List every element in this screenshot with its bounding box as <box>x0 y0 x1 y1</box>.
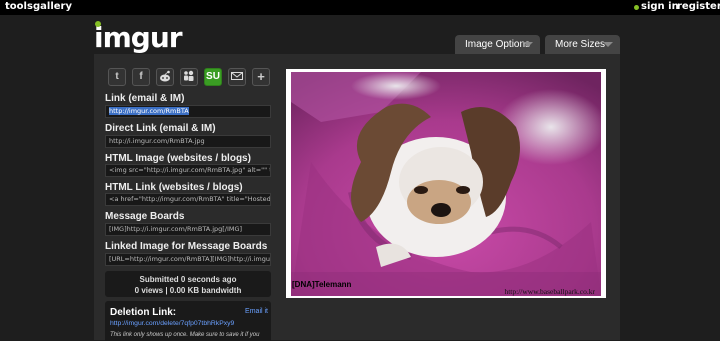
myspace-icon[interactable] <box>180 68 198 86</box>
plus-icon[interactable]: + <box>252 68 270 86</box>
share-toolbar: t f SU + <box>105 68 271 88</box>
html-image-field[interactable]: <img src="http://i.imgur.com/RmBTA.jpg" … <box>105 164 271 177</box>
deletion-url[interactable]: http://imgur.com/delete/7qfp07tbhRkPxy9 <box>110 320 234 327</box>
gallery-link[interactable]: gallery <box>33 1 72 12</box>
status-dot-icon <box>634 5 639 10</box>
html-link-field[interactable]: <a href="http://imgur.com/RmBTA" title="… <box>105 193 271 206</box>
reddit-icon[interactable] <box>156 68 174 86</box>
tab-image-options[interactable]: Image Options <box>455 35 540 54</box>
deletion-box: Deletion Link: Email it http://imgur.com… <box>105 301 271 341</box>
link-field[interactable]: http://imgur.com/RmBTA <box>105 105 271 118</box>
watermark-right: http://www.baseballpark.co.kr <box>504 287 595 296</box>
message-boards-field[interactable]: [IMG]http://i.imgur.com/RmBTA.jpg[/IMG] <box>105 223 271 236</box>
watermark-left: [DNA]Telemann <box>292 280 352 289</box>
sign-in-link[interactable]: sign in <box>641 1 679 12</box>
imgur-logo[interactable]: imgur <box>94 21 183 54</box>
linked-image-field[interactable]: [URL=http://imgur.com/RmBTA][IMG]http://… <box>105 253 271 266</box>
link-label: Link (email & IM) <box>105 93 185 104</box>
tab-more-sizes[interactable]: More Sizes <box>545 35 620 54</box>
uploaded-image[interactable]: [DNA]Telemann http://www.baseballpark.co… <box>291 72 606 296</box>
image-stats: Submitted 0 seconds ago 0 views | 0.00 K… <box>105 271 271 297</box>
deletion-title: Deletion Link: <box>110 307 177 318</box>
submitted-text: Submitted 0 seconds ago <box>139 275 237 284</box>
email-icon[interactable] <box>228 68 246 86</box>
deletion-note: This link only shows up once. Make sure … <box>110 332 260 338</box>
top-navigation-bar: tools gallery sign in register <box>0 0 720 15</box>
stumbleupon-icon[interactable]: SU <box>204 68 222 86</box>
tab-more-sizes-label: More Sizes <box>555 39 606 50</box>
email-it-link[interactable]: Email it <box>245 308 268 315</box>
logo-dot-icon <box>95 21 101 27</box>
views-text: 0 views | 0.00 KB bandwidth <box>134 286 242 295</box>
chevron-down-icon <box>603 42 613 47</box>
chevron-down-icon <box>523 42 533 47</box>
register-link[interactable]: register <box>677 1 720 12</box>
tools-link[interactable]: tools <box>5 1 33 12</box>
html-link-label: HTML Link (websites / blogs) <box>105 182 243 193</box>
linked-image-label: Linked Image for Message Boards <box>105 241 268 252</box>
puppy-photo <box>291 72 606 296</box>
html-image-label: HTML Image (websites / blogs) <box>105 153 251 164</box>
facebook-icon[interactable]: f <box>132 68 150 86</box>
message-boards-label: Message Boards <box>105 211 185 222</box>
direct-link-label: Direct Link (email & IM) <box>105 123 216 134</box>
direct-link-field[interactable]: http://i.imgur.com/RmBTA.jpg <box>105 135 271 148</box>
twitter-icon[interactable]: t <box>108 68 126 86</box>
tab-image-options-label: Image Options <box>465 39 531 50</box>
link-value: http://imgur.com/RmBTA <box>109 107 189 115</box>
